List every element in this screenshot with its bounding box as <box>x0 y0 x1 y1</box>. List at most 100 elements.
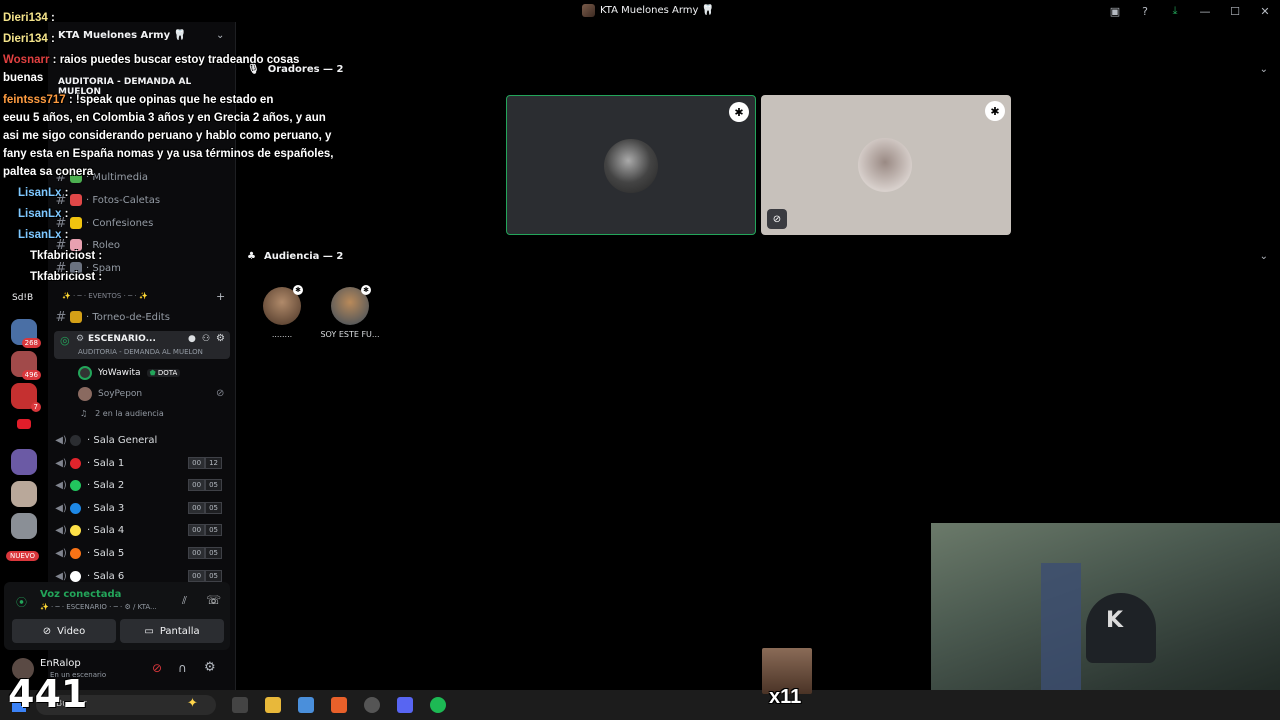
speaker-tile[interactable]: ✱ ⊘ <box>761 95 1011 235</box>
channel-emoji <box>70 217 82 229</box>
obs-icon[interactable] <box>364 697 380 713</box>
audience-member[interactable]: ✱ SOY ESTE FU... <box>315 285 385 339</box>
chevron-down-icon[interactable]: ⌄ <box>1260 251 1268 262</box>
voice-channel-sala-3[interactable]: ◀) · Sala 3 00 05 <box>52 498 232 518</box>
close-button[interactable]: ✕ <box>1250 3 1280 19</box>
help-icon[interactable]: ? <box>1130 3 1160 19</box>
server-name[interactable]: KTA Muelones Army 🦷 <box>58 30 186 41</box>
window-title-text: KTA Muelones Army 🦷 <box>600 5 715 16</box>
stage-channel-topic: AUDITORIA - DEMANDA AL MUELON <box>78 348 203 356</box>
user-limit: 00 05 <box>188 570 222 582</box>
chat-message: Dieri134 : <box>3 12 55 24</box>
color-dot <box>70 524 81 536</box>
chat-message: Wosnarr : raios puedes buscar estoy trad… <box>3 54 300 66</box>
video-off-icon: ⊘ <box>42 625 52 637</box>
stage-icon: ◎ <box>60 334 70 347</box>
disconnect-icon[interactable]: ☏ <box>206 593 221 607</box>
spotify-icon[interactable] <box>430 697 446 713</box>
speaker-icon: ◀) <box>55 457 67 469</box>
user-limit: 00 05 <box>188 524 222 536</box>
chevron-down-icon[interactable]: ⌄ <box>216 30 224 41</box>
hash-icon: # <box>55 309 67 325</box>
chat-message: feintsss717 : !speak que opinas que he e… <box>3 94 274 106</box>
server-icon-4[interactable] <box>11 449 37 475</box>
file-explorer-icon[interactable] <box>265 697 281 713</box>
color-dot <box>70 457 81 469</box>
server-icon-5[interactable] <box>11 481 37 507</box>
speaker-icon: ◀) <box>55 434 67 446</box>
events-category[interactable]: ✨ · ─ · EVENTOS · ─ · ✨ <box>62 292 148 300</box>
add-channel-icon[interactable]: + <box>216 290 225 303</box>
title-bar-controls: ▣ ? ⤓ — ☐ ✕ <box>1100 3 1280 19</box>
user-limit: 00 05 <box>188 502 222 514</box>
audience-header[interactable]: ♣ Audiencia — 2 <box>247 251 343 262</box>
server-icon-1[interactable]: 268 <box>11 319 41 348</box>
chat-icon[interactable]: ● <box>188 334 196 344</box>
username: EnRalop <box>40 658 81 669</box>
badge-count: 496 <box>21 370 41 380</box>
speaker-icon: ◀) <box>55 502 67 514</box>
voice-channel-sala-general[interactable]: ◀) · Sala General <box>52 430 232 450</box>
gear-small-icon: ⚙ <box>76 334 85 344</box>
youtube-icon[interactable] <box>17 419 31 429</box>
discord-icon[interactable] <box>397 697 413 713</box>
channel-confesiones[interactable]: # · Confesiones <box>52 213 232 233</box>
speaker-tile[interactable]: ✱ <box>506 95 756 235</box>
download-icon[interactable]: ⤓ <box>1160 3 1190 19</box>
inbox-icon[interactable]: ▣ <box>1100 3 1130 19</box>
server-icon-6[interactable] <box>11 513 37 539</box>
mic-muted-icon: ⊘ <box>216 388 225 399</box>
channel-fotos[interactable]: # · Fotos-Caletas <box>52 190 232 210</box>
screen-share-button[interactable]: ▭ Pantalla <box>120 619 224 643</box>
minimize-button[interactable]: — <box>1190 3 1220 19</box>
avatar <box>604 139 658 193</box>
chat-message: eeuu 5 años, en Colombia 3 años y en Gre… <box>3 112 326 124</box>
chat-message: buenas <box>3 72 44 84</box>
avatar: ✱ <box>331 285 371 325</box>
stage-speaker[interactable]: SoyPepon <box>78 387 142 401</box>
stream-counter: 441 <box>8 672 88 716</box>
voice-channel-sala-5[interactable]: ◀) · Sala 5 00 05 <box>52 543 232 563</box>
maximize-button[interactable]: ☐ <box>1220 3 1250 19</box>
color-dot <box>70 502 81 514</box>
user-limit: 00 12 <box>188 457 222 469</box>
audience-icon: ♣ <box>247 251 256 262</box>
stage-channel-name: ESCENARIO... <box>88 334 156 344</box>
voice-channel-sala-4[interactable]: ◀) · Sala 4 00 05 <box>52 520 232 540</box>
voice-channel-name[interactable]: ✨ · ─ · ESCENARIO · ─ · ⚙ / KTA... <box>40 603 157 611</box>
chat-message: LisanLx : <box>18 208 69 220</box>
headphones-icon: ♫ <box>80 409 88 418</box>
channel-emoji <box>70 194 82 206</box>
voice-channel-sala-2[interactable]: ◀) · Sala 2 00 05 <box>52 475 232 495</box>
channel-torneo[interactable]: # · Torneo-de-Edits <box>52 307 232 327</box>
mic-muted-icon[interactable]: ⊘ <box>152 661 162 675</box>
brave-icon[interactable] <box>331 697 347 713</box>
color-dot <box>70 479 81 491</box>
server-icon-2[interactable]: 496 <box>11 351 41 380</box>
chat-message: asi me sigo considerando peruano y hablo… <box>3 130 332 142</box>
color-dot <box>70 434 81 446</box>
audience-count: ♫ 2 en la audiencia <box>80 409 164 418</box>
emote-count: x11 <box>769 686 802 708</box>
headphones-icon[interactable]: ∩ <box>178 661 187 675</box>
color-dot <box>70 547 81 559</box>
audience-member[interactable]: ✱ ........ <box>247 285 317 339</box>
stage-channel[interactable]: ◎ ⚙ ESCENARIO... AUDITORIA - DEMANDA AL … <box>54 331 230 359</box>
store-icon[interactable] <box>298 697 314 713</box>
chat-message: Tkfabriciost : <box>30 250 103 262</box>
stage-speaker[interactable]: YoWawita ⬟ DOTA <box>78 366 181 380</box>
mic-muted-icon: ⊘ <box>767 209 787 229</box>
chevron-down-icon[interactable]: ⌄ <box>1260 64 1268 75</box>
color-dot <box>70 570 81 582</box>
video-button[interactable]: ⊘ Video <box>12 619 116 643</box>
task-view-icon[interactable] <box>232 697 248 713</box>
settings-icon[interactable]: ⚙ <box>204 660 216 675</box>
gear-icon[interactable]: ⚙ <box>216 333 225 344</box>
server-icon-3[interactable]: 7 <box>11 383 41 412</box>
user-limit: 00 05 <box>188 547 222 559</box>
voice-channel-sala-1[interactable]: ◀) · Sala 1 00 12 <box>52 453 232 473</box>
noise-suppression-icon[interactable]: ⫽ <box>182 594 187 608</box>
badge-count: 268 <box>21 338 41 348</box>
add-user-icon[interactable]: ⚇ <box>202 334 210 344</box>
voice-status: Voz conectada <box>40 589 122 600</box>
